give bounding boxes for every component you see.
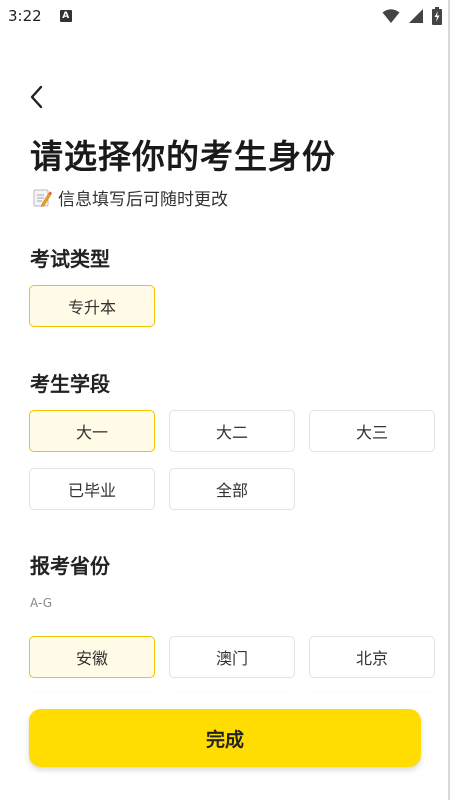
back-button[interactable] [24, 84, 48, 110]
signal-icon [409, 9, 423, 23]
exam-type-label: 考试类型 [30, 247, 110, 271]
exam-type-option-zhuanshengben[interactable]: 专升本 [29, 285, 155, 327]
option-label: 专升本 [67, 298, 116, 317]
grade-label: 考生学段 [30, 372, 110, 396]
page-title: 请选择你的考生身份 [30, 137, 336, 176]
grade-option-graduated[interactable]: 已毕业 [29, 468, 155, 510]
option-label: 全部 [215, 481, 248, 500]
grade-option-junior[interactable]: 大三 [309, 410, 435, 452]
grade-option-sophomore[interactable]: 大二 [169, 410, 295, 452]
status-bar: 3:22 A [0, 0, 450, 32]
province-label: 报考省份 [30, 554, 110, 578]
done-button-label: 完成 [205, 728, 244, 751]
memo-icon [33, 189, 52, 207]
subtitle-text: 信息填写后可随时更改 [58, 190, 228, 210]
subtitle: 信息填写后可随时更改 [32, 185, 228, 210]
option-label: 澳门 [215, 649, 248, 668]
done-button[interactable]: 完成 [29, 709, 421, 767]
wifi-icon [382, 9, 400, 23]
grade-option-all[interactable]: 全部 [169, 468, 295, 510]
notification-icon: A [59, 10, 72, 22]
battery-charging-icon [432, 7, 442, 25]
chevron-left-icon [30, 85, 43, 109]
option-label: 已毕业 [67, 481, 116, 500]
option-label: 大二 [215, 423, 248, 442]
province-option-beijing[interactable]: 北京 [309, 636, 435, 678]
status-time: 3:22 [8, 7, 42, 25]
province-option-macau[interactable]: 澳门 [169, 636, 295, 678]
grade-option-freshman[interactable]: 大一 [29, 410, 155, 452]
option-label: 大一 [75, 423, 108, 442]
option-label: 北京 [355, 649, 388, 668]
province-option-anhui[interactable]: 安徽 [29, 636, 155, 678]
status-icons [382, 7, 442, 25]
option-label: 安徽 [75, 649, 108, 668]
option-label: 大三 [355, 423, 388, 442]
province-group-hint: A-G [30, 596, 53, 610]
